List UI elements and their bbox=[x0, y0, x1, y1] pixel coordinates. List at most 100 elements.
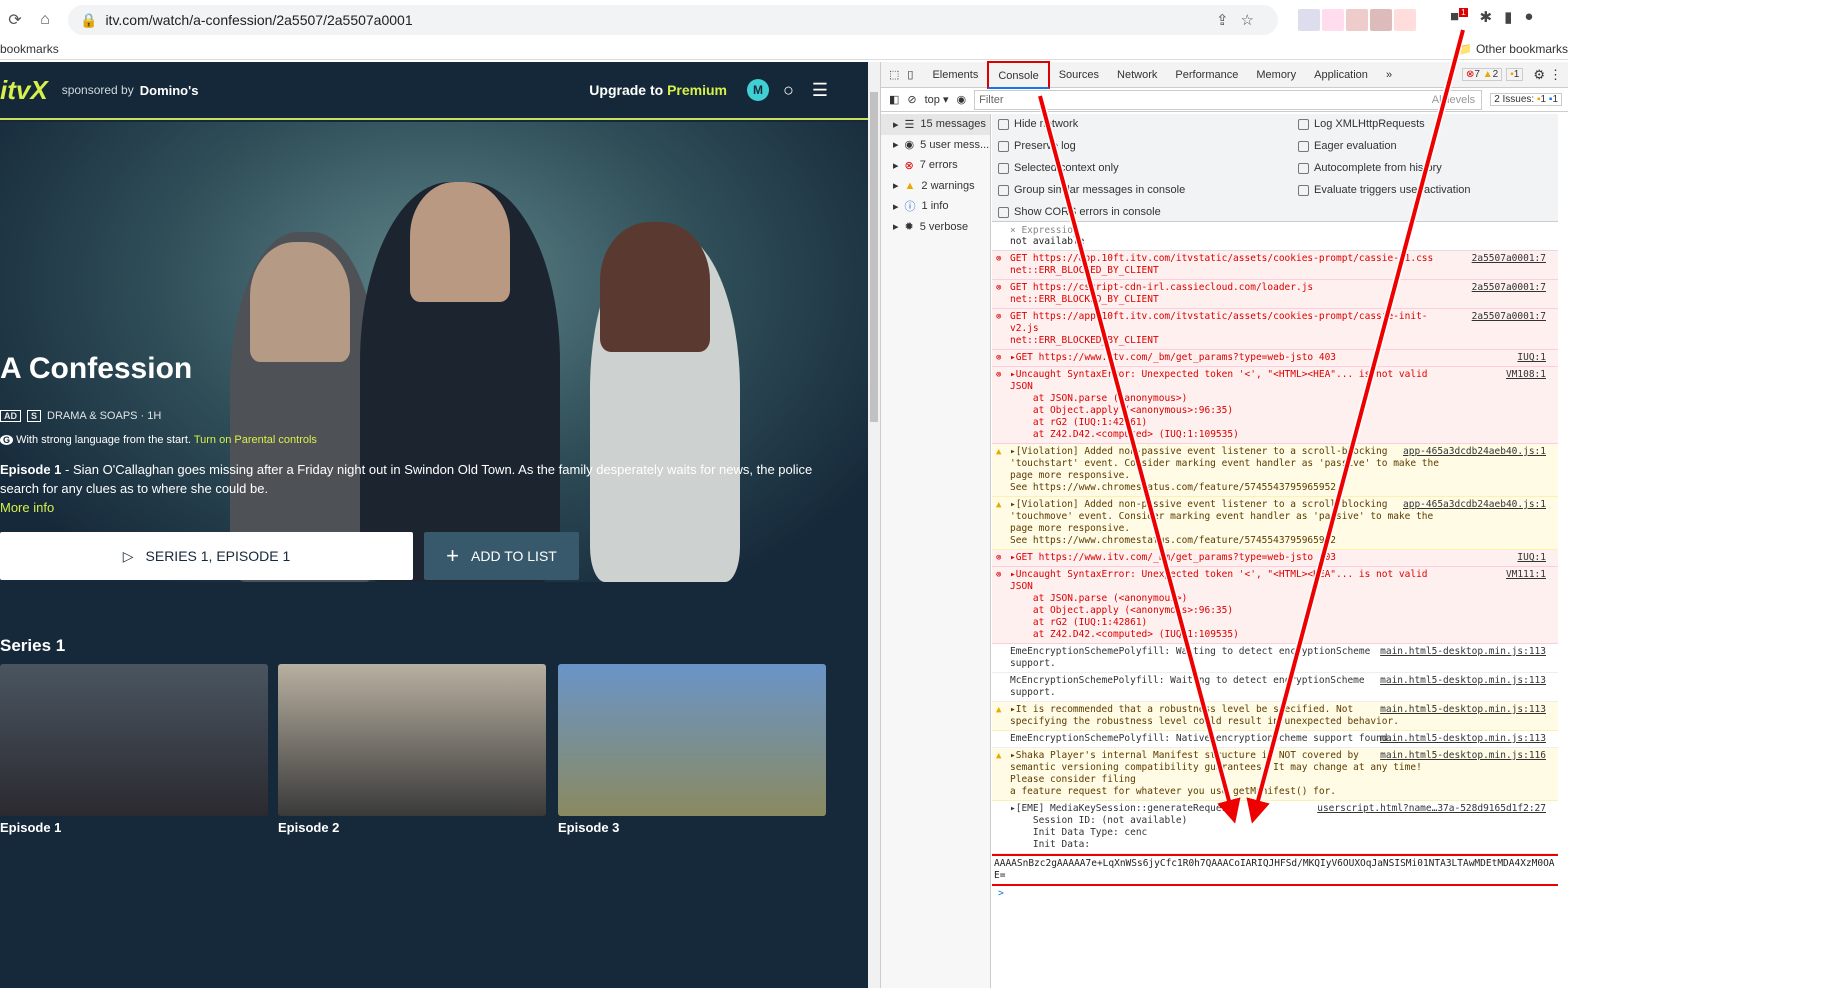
evaluate-triggers-checkbox[interactable]: Evaluate triggers user activation bbox=[1298, 184, 1471, 196]
message-source-link[interactable]: main.html5-desktop.min.js:113 bbox=[1380, 704, 1546, 716]
error-icon: ⊗ bbox=[996, 283, 1002, 293]
profile-icon[interactable]: ● bbox=[1524, 8, 1533, 26]
preserve-log-checkbox[interactable]: Preserve log bbox=[998, 140, 1076, 152]
sidebar-warnings[interactable]: ▸ ▲ 2 warnings bbox=[881, 176, 990, 197]
upgrade-link[interactable]: Upgrade to Premium bbox=[589, 82, 727, 98]
console-message[interactable]: ▲ ▸Shaka Player's internal Manifest struc… bbox=[992, 748, 1558, 801]
sidepanel-icon[interactable]: ▮ bbox=[1504, 8, 1512, 26]
console-log: × Expression not available ⊗ GET https://a… bbox=[992, 222, 1558, 988]
eager-eval-checkbox[interactable]: Eager evaluation bbox=[1298, 140, 1397, 152]
message-text: ▸It is recommended that a robustness lev… bbox=[1010, 704, 1399, 727]
issues-button[interactable]: 2 Issues: ▪1 ▪1 bbox=[1490, 93, 1562, 106]
tab-memory[interactable]: Memory bbox=[1247, 62, 1305, 88]
episode-1-thumbnail[interactable] bbox=[0, 664, 268, 816]
message-source-link[interactable]: IUQ:1 bbox=[1517, 552, 1546, 564]
message-source-link[interactable]: 2a5507a0001:7 bbox=[1472, 253, 1546, 265]
page-scrollbar[interactable] bbox=[868, 62, 880, 988]
console-message[interactable]: ⊗ GET https://cscript-cdn-irl.cassiecloud… bbox=[992, 280, 1558, 309]
share-star-icons[interactable]: ⇪☆ bbox=[1216, 11, 1266, 29]
episode-2-label[interactable]: Episode 2 bbox=[278, 820, 339, 835]
episode-2-thumbnail[interactable] bbox=[278, 664, 546, 816]
sidebar-errors[interactable]: ▸ ⊗ 7 errors bbox=[881, 155, 990, 176]
message-source-link[interactable]: app-465a3dcdb24aeb40.js:1 bbox=[1403, 446, 1546, 458]
message-source-link[interactable]: 2a5507a0001:7 bbox=[1472, 311, 1546, 323]
more-tabs-button[interactable]: » bbox=[1377, 62, 1401, 88]
message-source-link[interactable]: VM108:1 bbox=[1506, 369, 1546, 381]
tab-network[interactable]: Network bbox=[1108, 62, 1166, 88]
sidebar-info[interactable]: ▸ ⓘ 1 info bbox=[881, 196, 990, 217]
device-icon[interactable]: ▯ bbox=[907, 68, 913, 81]
cors-errors-checkbox[interactable]: Show CORS errors in console bbox=[998, 206, 1161, 218]
menu-icon[interactable]: ☰ bbox=[812, 80, 828, 101]
tab-sources[interactable]: Sources bbox=[1050, 62, 1108, 88]
context-select[interactable]: top ▾ bbox=[925, 93, 949, 106]
itvx-logo[interactable]: itvX bbox=[0, 75, 48, 106]
sidebar-verbose[interactable]: ▸ ✹ 5 verbose bbox=[881, 217, 990, 238]
console-message[interactable]: ⊗ ▸GET https://www.itv.com/_bm/get_params… bbox=[992, 550, 1558, 567]
console-message[interactable]: EmeEncryptionSchemePolyfill: Waiting to … bbox=[992, 644, 1558, 673]
episode-1-label[interactable]: Episode 1 bbox=[0, 820, 61, 835]
tab-elements[interactable]: Elements bbox=[923, 62, 987, 88]
parental-controls-link[interactable]: Turn on Parental controls bbox=[194, 434, 317, 446]
show-meta: AD S DRAMA & SOAPS · 1H bbox=[0, 410, 161, 422]
filter-input[interactable]: Filter All levels bbox=[974, 89, 1483, 110]
episode-3-label[interactable]: Episode 3 bbox=[558, 820, 619, 835]
sidebar-user-messages[interactable]: ▸ ◉ 5 user mess... bbox=[881, 135, 990, 156]
audio-description-badge: AD bbox=[0, 410, 21, 422]
console-message[interactable]: McEncryptionSchemePolyfill: Waiting to d… bbox=[992, 673, 1558, 702]
home-icon[interactable]: ⌂ bbox=[30, 11, 60, 29]
reload-icon[interactable]: ⟳ bbox=[0, 10, 30, 30]
puzzle-icon[interactable]: ✱ bbox=[1480, 8, 1493, 26]
issues-count[interactable]: ▪1 bbox=[1506, 68, 1524, 81]
console-message[interactable]: ⊗ ▸GET https://www.itv.com/_bm/get_params… bbox=[992, 350, 1558, 367]
message-source-link[interactable]: app-465a3dcdb24aeb40.js:1 bbox=[1403, 499, 1546, 511]
group-similar-checkbox[interactable]: Group similar messages in console bbox=[998, 184, 1185, 196]
guidance: G With strong language from the start. T… bbox=[0, 434, 317, 446]
error-count[interactable]: ⊗7 ▲2 bbox=[1462, 68, 1503, 81]
console-message[interactable]: ⊗ GET https://app.10ft.itv.com/itvstatic/… bbox=[992, 251, 1558, 280]
episode-3-thumbnail[interactable] bbox=[558, 664, 826, 816]
message-source-link[interactable]: VM111:1 bbox=[1506, 569, 1546, 581]
message-source-link[interactable]: main.html5-desktop.min.js:113 bbox=[1380, 646, 1546, 658]
clear-console-icon[interactable]: ⊘ bbox=[907, 93, 916, 106]
autocomplete-checkbox[interactable]: Autocomplete from history bbox=[1298, 162, 1442, 174]
selected-context-checkbox[interactable]: Selected context only bbox=[998, 162, 1119, 174]
sidebar-toggle-icon[interactable]: ◧ bbox=[889, 93, 899, 106]
message-source-link[interactable]: main.html5-desktop.min.js:113 bbox=[1380, 675, 1546, 687]
tab-application[interactable]: Application bbox=[1305, 62, 1377, 88]
console-message[interactable]: ⊗ ▸Uncaught SyntaxError: Unexpected token… bbox=[992, 367, 1558, 444]
message-source-link[interactable]: IUQ:1 bbox=[1517, 352, 1546, 364]
message-source-link[interactable]: main.html5-desktop.min.js:116 bbox=[1380, 750, 1546, 762]
inspect-icon[interactable]: ⬚ bbox=[889, 68, 899, 81]
extension-icon[interactable]: ■ 1 bbox=[1450, 8, 1468, 26]
console-message[interactable]: ▲ ▸[Violation] Added non-passive event li… bbox=[992, 444, 1558, 497]
message-source-link[interactable]: main.html5-desktop.min.js:113 bbox=[1380, 733, 1546, 745]
add-to-list-button[interactable]: + ADD TO LIST bbox=[424, 532, 579, 580]
more-info-link[interactable]: More info bbox=[0, 500, 54, 515]
tab-console[interactable]: Console bbox=[987, 60, 1050, 89]
console-message[interactable]: ⊗ GET https://app.10ft.itv.com/itvstatic/… bbox=[992, 309, 1558, 350]
message-text: ▸Shaka Player's internal Manifest struct… bbox=[1010, 750, 1422, 797]
message-source-link[interactable]: userscript.html?name…37a-528d9165d1f2:27 bbox=[1317, 803, 1546, 815]
sidebar-messages[interactable]: ▸ ☰ 15 messages bbox=[881, 114, 990, 135]
hide-network-checkbox[interactable]: Hide network bbox=[998, 118, 1078, 130]
message-source-link[interactable]: 2a5507a0001:7 bbox=[1472, 282, 1546, 294]
url-field[interactable]: 🔒 itv.com/watch/a-confession/2a5507/2a55… bbox=[68, 5, 1278, 35]
counters[interactable]: ⊗7 ▲2 ▪1 ⚙ ⋮ bbox=[1462, 67, 1568, 83]
avatar[interactable]: M bbox=[746, 79, 769, 101]
console-prompt[interactable]: > bbox=[992, 886, 1558, 901]
console-message[interactable]: EmeEncryptionSchemePolyfill: Native encr… bbox=[992, 731, 1558, 748]
bookmarks-label[interactable]: bookmarks bbox=[0, 42, 59, 56]
console-message[interactable]: ▲ ▸It is recommended that a robustness le… bbox=[992, 702, 1558, 731]
console-message[interactable]: ⊗ ▸Uncaught SyntaxError: Unexpected token… bbox=[992, 567, 1558, 644]
search-icon[interactable]: ○ bbox=[783, 80, 794, 101]
tab-performance[interactable]: Performance bbox=[1166, 62, 1247, 88]
eye-icon[interactable]: ◉ bbox=[957, 93, 967, 106]
log-xhr-checkbox[interactable]: Log XMLHttpRequests bbox=[1298, 118, 1425, 130]
gear-icon[interactable]: ⚙ bbox=[1533, 67, 1545, 83]
other-bookmarks[interactable]: Other bookmarks bbox=[1476, 42, 1568, 56]
kebab-icon[interactable]: ⋮ bbox=[1549, 67, 1562, 83]
console-message[interactable]: ▸[EME] MediaKeySession::generateRequest … bbox=[992, 801, 1558, 854]
console-message[interactable]: ▲ ▸[Violation] Added non-passive event li… bbox=[992, 497, 1558, 550]
play-button[interactable]: ▷ SERIES 1, EPISODE 1 bbox=[0, 532, 413, 580]
